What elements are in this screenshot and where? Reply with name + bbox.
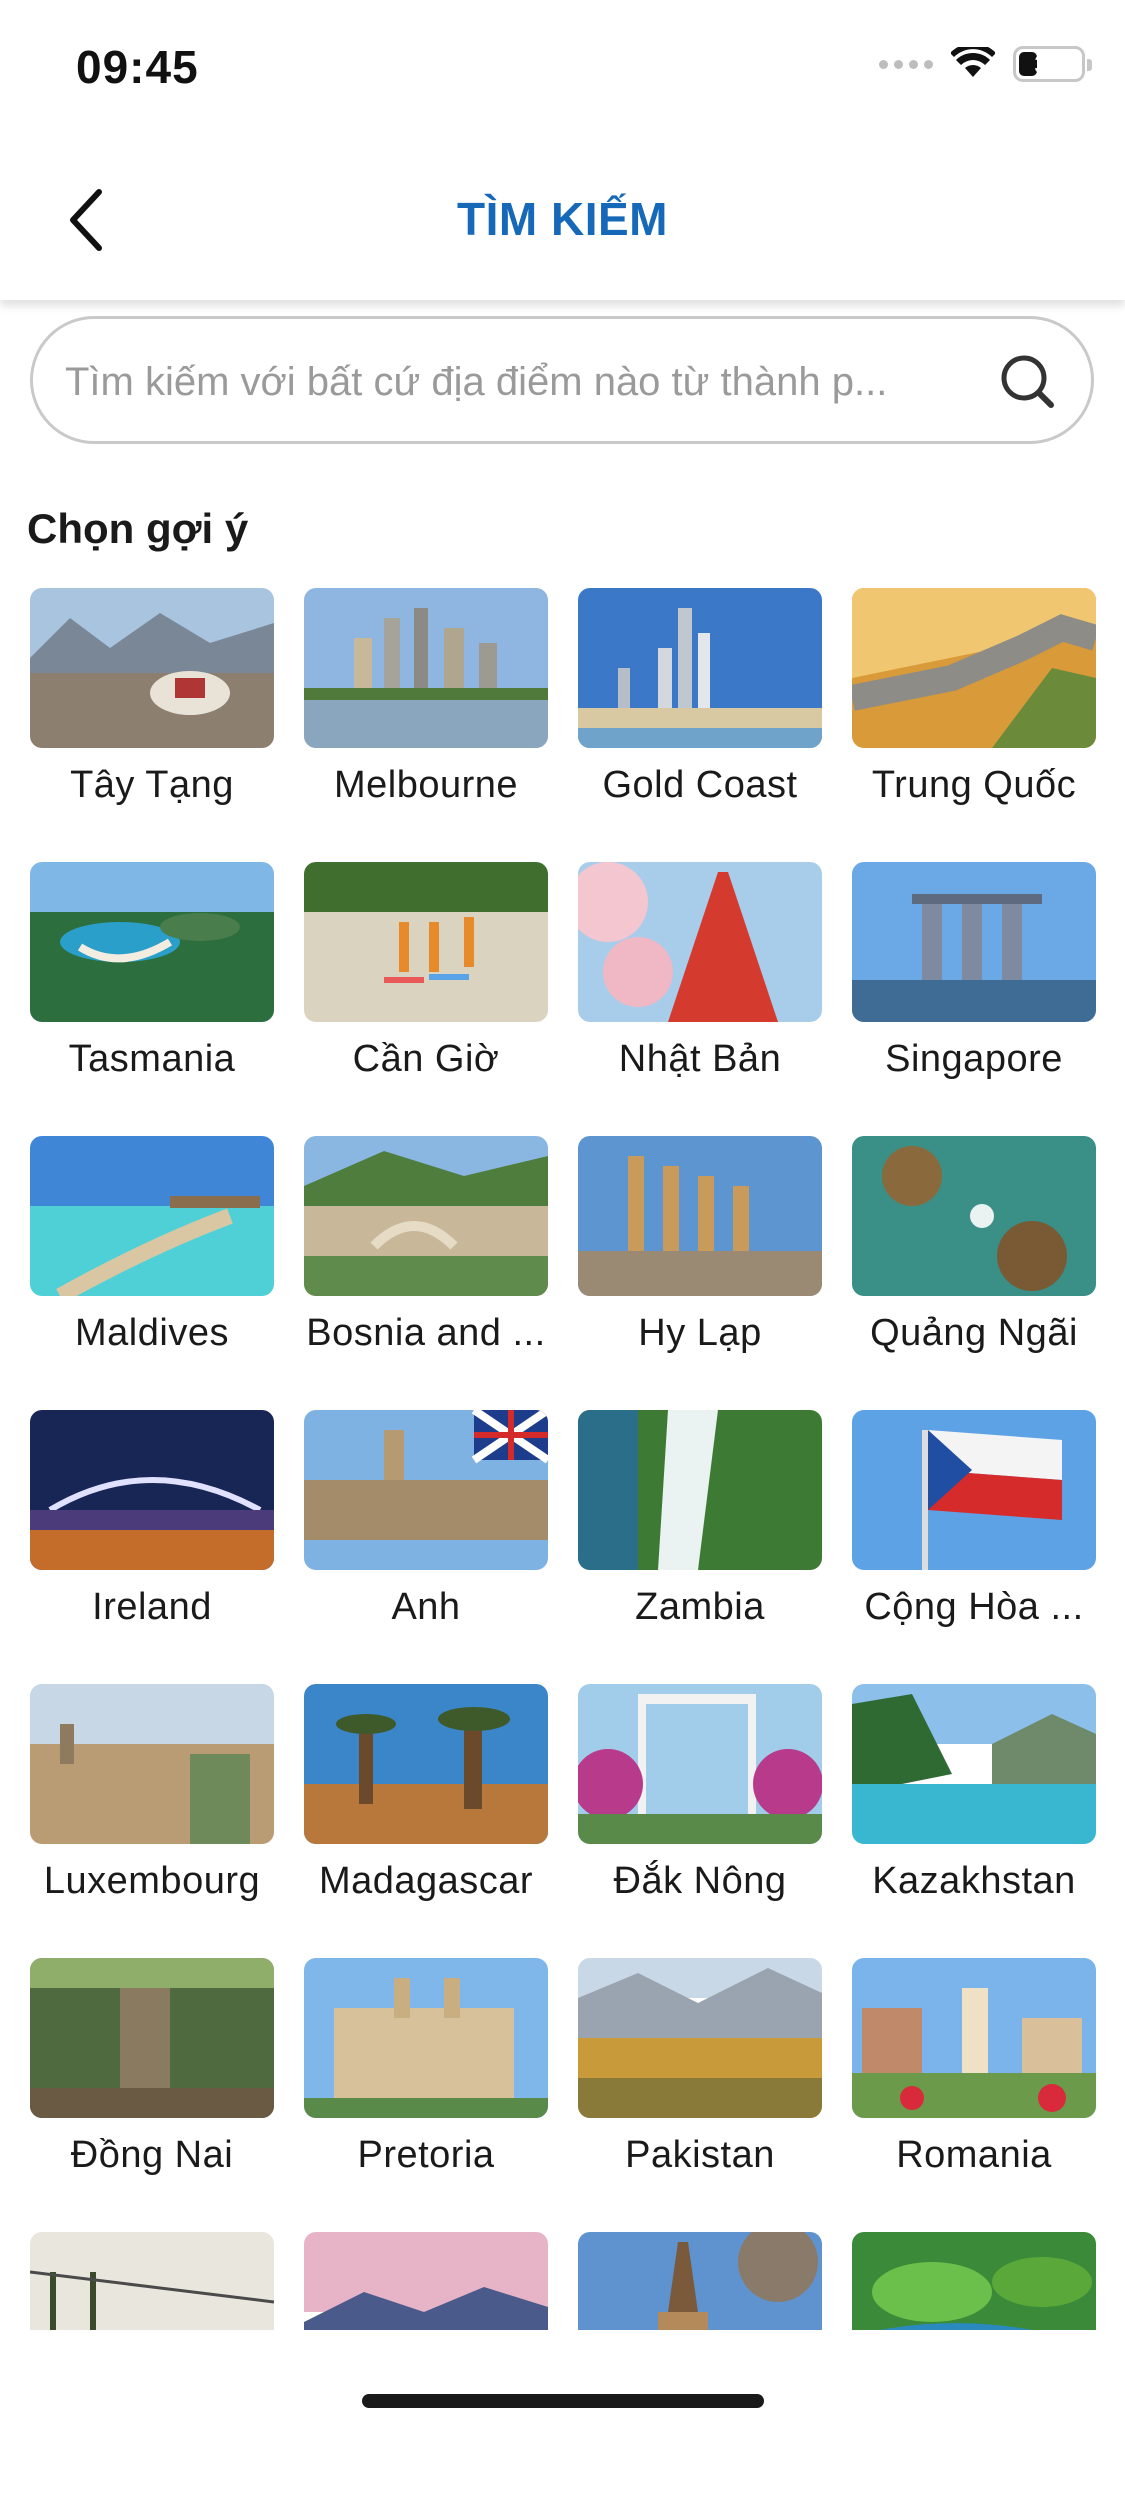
destination-label: Pakistan [625, 2134, 775, 2176]
suggestion-item[interactable]: Gold Coast [578, 588, 822, 862]
destination-label: Cần Giờ [352, 1038, 500, 1080]
suggestion-item[interactable]: Quảng Ngãi [852, 1136, 1096, 1410]
destination-image [30, 862, 274, 1022]
search-input[interactable] [63, 349, 987, 415]
suggestion-item[interactable]: Tây Tạng [30, 588, 274, 862]
suggestion-item[interactable]: Bosnia and ... [304, 1136, 548, 1410]
destination-image [578, 1410, 822, 1570]
destination-image [852, 1958, 1096, 2118]
destination-image [304, 1410, 548, 1570]
suggestion-item[interactable]: Đồng Nai [30, 1958, 274, 2232]
suggestion-item[interactable]: Tasmania [30, 862, 274, 1136]
destination-image [578, 588, 822, 748]
destination-label: Anh [391, 1586, 461, 1628]
destination-image [304, 1958, 548, 2118]
suggestion-item[interactable]: Romania [852, 1958, 1096, 2232]
suggestion-item[interactable]: Melbourne [304, 588, 548, 862]
status-bar: 09:45 31 [0, 0, 1125, 140]
suggestion-item[interactable]: Pakistan [578, 1958, 822, 2232]
destination-image [30, 1958, 274, 2118]
destination-label: Singapore [885, 1038, 1063, 1080]
destination-label: Tasmania [68, 1038, 236, 1080]
battery-level: 31 [1034, 48, 1064, 79]
destination-label: Luxembourg [43, 1860, 261, 1902]
destination-label: Cộng Hòa ... [864, 1586, 1084, 1628]
suggestion-item[interactable]: Madagascar [304, 1684, 548, 1958]
destination-image [304, 862, 548, 1022]
destination-label: Quảng Ngãi [870, 1312, 1078, 1354]
suggestion-item[interactable]: Maldives [30, 1136, 274, 1410]
destination-label: Gold Coast [602, 764, 798, 806]
status-indicators: 31 [879, 46, 1092, 82]
destination-label: Hy Lạp [638, 1312, 762, 1354]
nav-header: TÌM KIẾM [0, 140, 1125, 300]
destination-image [304, 1136, 548, 1296]
suggestion-item[interactable]: Anh [304, 1410, 548, 1684]
destination-image [852, 1684, 1096, 1844]
suggestion-item[interactable]: Kazakhstan [852, 1684, 1096, 1958]
destination-label: Tây Tạng [70, 764, 234, 806]
suggestions-title: Chọn gợi ý [27, 505, 249, 552]
destination-label: Bosnia and ... [306, 1312, 546, 1354]
destination-label: Ireland [92, 1586, 212, 1628]
status-time: 09:45 [76, 41, 199, 93]
destination-image [30, 588, 274, 748]
suggestion-item[interactable]: Ireland [30, 1410, 274, 1684]
destination-label: Đắk Nông [613, 1860, 787, 1902]
destination-label: Pretoria [357, 2134, 495, 2176]
destination-label: Trung Quốc [871, 764, 1077, 806]
destination-image [30, 1684, 274, 1844]
battery-icon: 31 [1013, 46, 1092, 82]
destination-label: Romania [896, 2134, 1052, 2176]
destination-label: Đồng Nai [70, 2134, 234, 2176]
destination-image [578, 1684, 822, 1844]
destination-label: Kazakhstan [872, 1860, 1076, 1902]
destination-image [578, 862, 822, 1022]
suggestion-item[interactable]: Cộng Hòa ... [852, 1410, 1096, 1684]
destination-image [578, 1958, 822, 2118]
suggestion-item[interactable]: Pretoria [304, 1958, 548, 2232]
suggestion-item[interactable]: Zambia [578, 1410, 822, 1684]
destination-label: Maldives [75, 1312, 229, 1354]
search-bar[interactable] [30, 316, 1094, 444]
destination-label: Zambia [635, 1586, 765, 1628]
destination-image [852, 862, 1096, 1022]
page-title: TÌM KIẾM [457, 193, 668, 245]
destination-image [30, 1410, 274, 1570]
suggestion-item[interactable]: Cần Giờ [304, 862, 548, 1136]
suggestion-item[interactable]: Hy Lạp [578, 1136, 822, 1410]
cellular-signal-icon [879, 59, 933, 69]
suggestion-item[interactable]: Luxembourg [30, 1684, 274, 1958]
destination-image [30, 1136, 274, 1296]
destination-image [304, 588, 548, 748]
destination-image [852, 1410, 1096, 1570]
destination-image [852, 1136, 1096, 1296]
destination-label: Madagascar [318, 1860, 534, 1902]
suggestion-item[interactable]: Singapore [852, 862, 1096, 1136]
destination-label: Melbourne [333, 764, 519, 806]
wifi-icon [951, 47, 995, 77]
suggestion-item[interactable]: Nhật Bản [578, 862, 822, 1136]
suggestion-item[interactable]: Đắk Nông [578, 1684, 822, 1958]
destination-label: Nhật Bản [618, 1038, 782, 1080]
destination-image [578, 1136, 822, 1296]
suggestion-grid: Tây Tạng Melbourne Gold Coast Trung Quốc… [30, 588, 1096, 2506]
destination-image [304, 1684, 548, 1844]
suggestion-item[interactable]: Trung Quốc [852, 588, 1096, 862]
destination-image [852, 588, 1096, 748]
bottom-safe-area [0, 2330, 1125, 2436]
home-indicator[interactable] [362, 2394, 764, 2408]
search-icon[interactable] [997, 351, 1061, 415]
